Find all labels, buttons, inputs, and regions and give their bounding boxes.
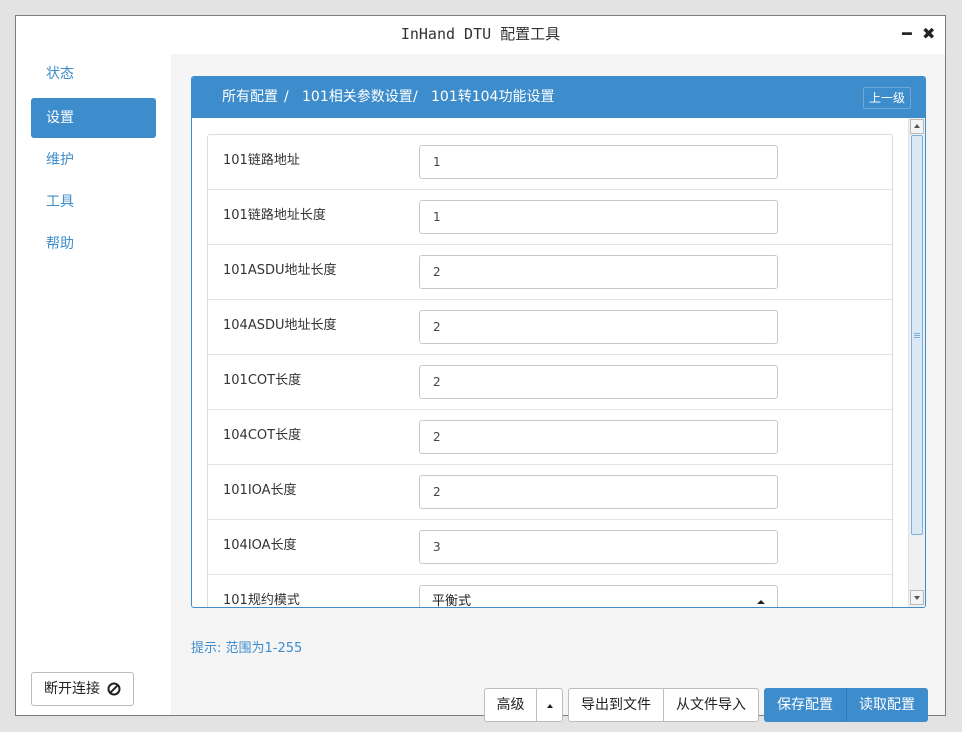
window-title: InHand DTU 配置工具 bbox=[400, 25, 561, 43]
advanced-dropdown-button[interactable] bbox=[536, 688, 563, 722]
link-address-length-input[interactable]: 1 bbox=[419, 200, 778, 234]
field-label: 101规约模式 bbox=[223, 593, 300, 608]
sidebar-item-label: 设置 bbox=[46, 110, 74, 126]
asdu-101-length-input[interactable]: 2 bbox=[419, 255, 778, 289]
sidebar-item-maintenance[interactable]: 维护 bbox=[31, 140, 156, 180]
breadcrumb-separator: / bbox=[413, 89, 418, 105]
grip-icon bbox=[914, 333, 920, 334]
sidebar-item-label: 状态 bbox=[46, 66, 74, 82]
breadcrumb-all-config[interactable]: 所有配置 bbox=[222, 77, 278, 118]
field-label: 101链路地址 bbox=[223, 153, 300, 168]
form-row: 101规约模式 平衡式 bbox=[208, 575, 892, 608]
advanced-button[interactable]: 高级 bbox=[484, 688, 537, 722]
form-row: 101ASDU地址长度 2 bbox=[208, 245, 892, 300]
field-label: 101链路地址长度 bbox=[223, 208, 326, 223]
ban-icon bbox=[107, 682, 121, 696]
field-label: 101ASDU地址长度 bbox=[223, 263, 337, 278]
title-bar: InHand DTU 配置工具 bbox=[16, 16, 945, 54]
scroll-thumb[interactable] bbox=[911, 135, 923, 535]
field-label: 104IOA长度 bbox=[223, 538, 297, 553]
sidebar-item-label: 帮助 bbox=[46, 236, 74, 252]
protocol-mode-select[interactable]: 平衡式 bbox=[419, 585, 778, 608]
sidebar-item-settings[interactable]: 设置 bbox=[31, 98, 156, 138]
field-label: 101IOA长度 bbox=[223, 483, 297, 498]
breadcrumb-101-params[interactable]: 101相关参数设置 bbox=[302, 77, 413, 118]
vertical-scrollbar[interactable] bbox=[908, 118, 925, 607]
field-label: 101COT长度 bbox=[223, 373, 302, 388]
form-row: 101链路地址 1 bbox=[208, 135, 892, 190]
close-icon[interactable]: ✖ bbox=[922, 16, 935, 52]
scroll-down-button[interactable] bbox=[910, 590, 924, 605]
sidebar-item-label: 工具 bbox=[46, 194, 74, 210]
import-file-button[interactable]: 从文件导入 bbox=[663, 688, 759, 722]
settings-panel: 所有配置 / 101相关参数设置 / 101转104功能设置 上一级 101链路… bbox=[191, 76, 926, 608]
form-row: 104COT长度 2 bbox=[208, 410, 892, 465]
form-row: 104IOA长度 3 bbox=[208, 520, 892, 575]
app-window: InHand DTU 配置工具 ━ ✖ 状态 设置 维护 工具 帮助 断开连接 … bbox=[15, 15, 946, 722]
asdu-104-length-input[interactable]: 2 bbox=[419, 310, 778, 344]
form-row: 101链路地址长度 1 bbox=[208, 190, 892, 245]
panel-header: 所有配置 / 101相关参数设置 / 101转104功能设置 上一级 bbox=[192, 77, 925, 118]
select-value: 平衡式 bbox=[432, 594, 472, 608]
disconnect-label: 断开连接 bbox=[44, 681, 100, 697]
sidebar-item-label: 维护 bbox=[46, 152, 74, 168]
save-config-button[interactable]: 保存配置 bbox=[764, 688, 846, 722]
sidebar: 状态 设置 维护 工具 帮助 bbox=[16, 54, 171, 715]
link-address-input[interactable]: 1 bbox=[419, 145, 778, 179]
breadcrumb-separator: / bbox=[284, 89, 289, 105]
cot-104-length-input[interactable]: 2 bbox=[419, 420, 778, 454]
form-list: 101链路地址 1 101链路地址长度 1 101ASDU地址长度 2 104A… bbox=[207, 134, 893, 608]
read-config-button[interactable]: 读取配置 bbox=[846, 688, 928, 722]
sidebar-item-help[interactable]: 帮助 bbox=[31, 224, 156, 264]
field-label: 104ASDU地址长度 bbox=[223, 318, 337, 333]
minimize-icon[interactable]: ━ bbox=[902, 16, 912, 52]
field-label: 104COT长度 bbox=[223, 428, 302, 443]
form-row: 101IOA长度 2 bbox=[208, 465, 892, 520]
up-level-button[interactable]: 上一级 bbox=[862, 87, 911, 109]
sidebar-item-tools[interactable]: 工具 bbox=[31, 182, 156, 222]
hint-text: 提示: 范围为1-255 bbox=[191, 641, 303, 656]
form-row: 101COT长度 2 bbox=[208, 355, 892, 410]
main-content: 所有配置 / 101相关参数设置 / 101转104功能设置 上一级 101链路… bbox=[171, 54, 945, 722]
cot-101-length-input[interactable]: 2 bbox=[419, 365, 778, 399]
export-file-button[interactable]: 导出到文件 bbox=[568, 688, 664, 722]
caret-up-icon bbox=[547, 704, 553, 708]
arrow-down-icon bbox=[914, 596, 920, 600]
form-row: 104ASDU地址长度 2 bbox=[208, 300, 892, 355]
disconnect-button[interactable]: 断开连接 bbox=[31, 672, 134, 706]
scroll-up-button[interactable] bbox=[910, 119, 924, 134]
caret-up-icon bbox=[757, 600, 765, 604]
arrow-up-icon bbox=[914, 124, 920, 128]
sidebar-item-status[interactable]: 状态 bbox=[31, 54, 156, 94]
breadcrumb-101-to-104: 101转104功能设置 bbox=[431, 89, 555, 105]
ioa-104-length-input[interactable]: 3 bbox=[419, 530, 778, 564]
ioa-101-length-input[interactable]: 2 bbox=[419, 475, 778, 509]
